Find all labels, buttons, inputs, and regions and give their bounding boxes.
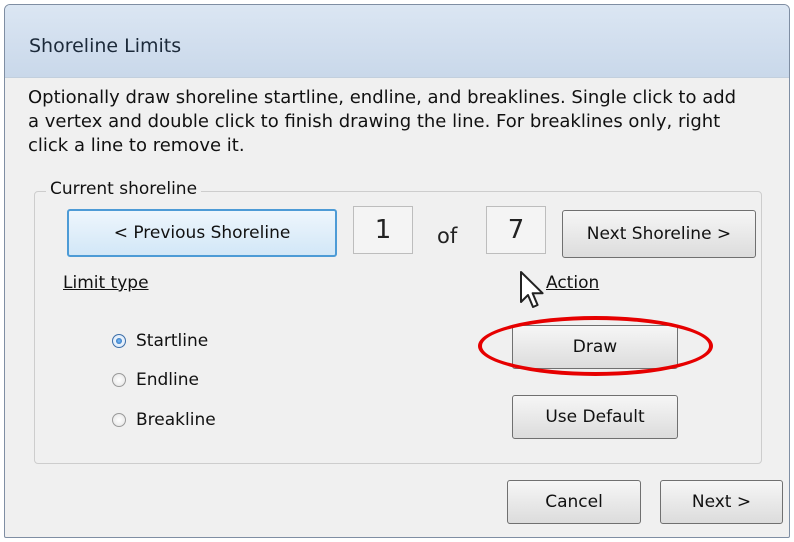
radio-breakline[interactable]: Breakline	[112, 410, 216, 430]
red-highlight-ellipse	[478, 316, 713, 376]
action-label: Action	[546, 273, 600, 293]
cancel-button[interactable]: Cancel	[507, 480, 641, 524]
next-button[interactable]: Next >	[660, 480, 783, 524]
radio-breakline-label: Breakline	[136, 410, 216, 430]
instructions-text: Optionally draw shoreline startline, end…	[28, 87, 737, 156]
current-shoreline-index[interactable]: 1	[353, 206, 413, 254]
radio-unchecked-icon[interactable]	[112, 413, 126, 427]
limit-type-label: Limit type	[63, 273, 149, 293]
radio-checked-icon[interactable]	[112, 334, 126, 348]
current-shoreline-label: Current shoreline	[46, 179, 202, 199]
radio-startline-label: Startline	[136, 331, 209, 351]
title-bar: Shoreline Limits	[5, 5, 789, 78]
radio-endline[interactable]: Endline	[112, 370, 199, 390]
radio-unchecked-icon[interactable]	[112, 373, 126, 387]
arrow-cursor-icon	[520, 271, 544, 308]
window-title: Shoreline Limits	[29, 35, 182, 57]
previous-shoreline-button[interactable]: < Previous Shoreline	[67, 209, 337, 257]
of-label: of	[437, 224, 458, 248]
next-shoreline-button[interactable]: Next Shoreline >	[562, 210, 756, 258]
total-shorelines: 7	[486, 206, 546, 254]
radio-startline[interactable]: Startline	[112, 331, 208, 351]
radio-endline-label: Endline	[136, 370, 199, 390]
use-default-button[interactable]: Use Default	[512, 395, 678, 439]
